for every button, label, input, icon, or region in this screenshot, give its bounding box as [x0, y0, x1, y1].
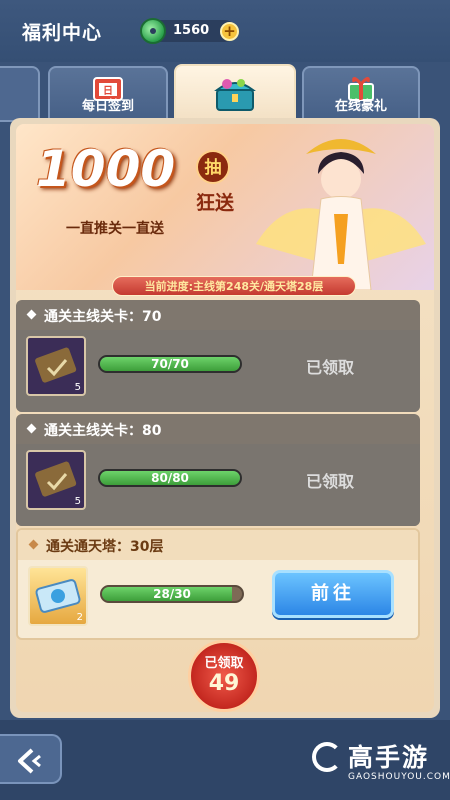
currency-display: 1560 +: [140, 18, 239, 44]
goddess-character-illustration: [256, 139, 426, 290]
banner-subtitle: 一直推关一直送: [66, 221, 164, 237]
tab-online-gift[interactable]: 在线豪礼: [302, 66, 420, 122]
tab-daily-signin[interactable]: 日 每日签到: [48, 66, 168, 122]
item-count: 5: [74, 496, 81, 507]
item-count: 5: [74, 382, 81, 393]
task-title: 通关通天塔：30层: [46, 539, 164, 555]
task-title: 通关主线关卡：70: [44, 309, 162, 325]
event-banner: 1000 抽 狂送 一直推关一直送: [16, 124, 434, 290]
tab-label: 在线豪礼: [334, 99, 387, 114]
tab-hidden-left[interactable]: [0, 66, 40, 122]
task-header: 通关主线关卡：70: [16, 300, 420, 330]
progress-text: 70/70: [151, 357, 189, 371]
progress-text: 80/80: [151, 471, 189, 485]
page-title: 福利中心: [22, 22, 103, 44]
draw-badge: 抽: [196, 150, 230, 184]
reward-item[interactable]: 2: [28, 566, 88, 626]
back-button[interactable]: [0, 734, 62, 784]
claimed-number: 49: [208, 671, 240, 696]
progress-text: 28/30: [153, 587, 191, 601]
task-body: 2 28/30 前往: [18, 560, 418, 638]
task-body: 5 80/80 已领取: [16, 444, 420, 526]
progress-bar: 28/30: [100, 585, 244, 603]
diamond-icon: [26, 309, 37, 320]
progress-bar: 70/70: [98, 355, 242, 373]
task-title: 通关主线关卡：80: [44, 423, 162, 439]
claimed-count-badge[interactable]: 已领取 49: [188, 640, 260, 712]
tab-label: 每日签到: [81, 99, 134, 114]
reward-item[interactable]: 5: [26, 450, 86, 510]
watermark-cn: 高手游: [348, 743, 430, 772]
treasure-chest-icon: [214, 79, 256, 111]
watermark-en: GAOSHOUYOU.COM: [348, 772, 450, 782]
task-header: 通关通天塔：30层: [18, 530, 418, 560]
task-body: 5 70/70 已领取: [16, 330, 420, 412]
banner-kuang: 狂送: [196, 192, 235, 214]
reward-item[interactable]: 5: [26, 336, 86, 396]
task-header: 通关主线关卡：80: [16, 414, 420, 444]
banner-number: 1000: [36, 140, 176, 198]
current-progress: 当前进度:主线第248关/通天塔28层: [112, 276, 356, 296]
claimed-label: 已领取: [204, 656, 244, 671]
task-card: 通关主线关卡：80 5 80/80 已领取: [16, 414, 420, 526]
diamond-icon: [28, 539, 39, 550]
back-arrow-icon: [18, 748, 41, 774]
tab-treasure[interactable]: [174, 64, 296, 126]
task-card: 通关通天塔：30层 2 28/30 前往: [16, 528, 420, 640]
go-button[interactable]: 前往: [272, 570, 394, 618]
g-logo-icon: [312, 742, 342, 772]
jade-coin-icon: [140, 18, 166, 44]
diamond-icon: [26, 423, 37, 434]
task-card: 通关主线关卡：70 5 70/70 已领取: [16, 300, 420, 412]
plus-icon[interactable]: +: [220, 22, 239, 41]
item-count: 2: [76, 612, 83, 623]
watermark: 高手游 GAOSHOUYOU.COM: [312, 738, 450, 788]
progress-bar: 80/80: [98, 469, 242, 487]
claimed-status: 已领取: [306, 358, 355, 377]
currency-amount: 1560: [173, 23, 210, 38]
claimed-status: 已领取: [306, 472, 355, 491]
